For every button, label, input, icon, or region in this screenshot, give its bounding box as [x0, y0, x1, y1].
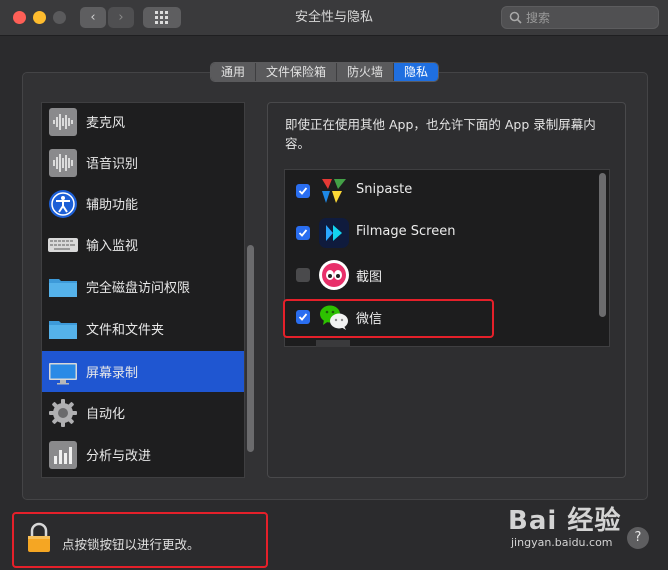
screenshot-app-icon	[319, 260, 349, 290]
keyboard-icon	[48, 237, 78, 252]
search-input[interactable]	[526, 9, 654, 26]
sidebar-item-label: 语音识别	[86, 157, 139, 172]
sidebar-item-screen-recording[interactable]: 屏幕录制	[42, 351, 244, 392]
sidebar-item-accessibility[interactable]: 辅助功能	[42, 183, 244, 224]
sidebar-item-label: 麦克风	[86, 116, 126, 131]
tab-general[interactable]: 通用	[211, 63, 257, 81]
search-field[interactable]	[501, 6, 659, 29]
forward-button[interactable]: ›	[108, 7, 134, 28]
sidebar-item-label: 分析与改进	[86, 449, 152, 464]
sidebar-item-label: 完全磁盘访问权限	[86, 281, 191, 296]
lock-instruction-text: 点按锁按钮以进行更改。	[62, 537, 200, 552]
sidebar-item-label: 输入监视	[86, 239, 139, 254]
privacy-category-list: 麦克风 语音识别 辅助功能 输入监视 完全磁盘访问权限 文件和文件夹 屏幕录制 …	[41, 102, 245, 478]
sidebar-item-label: 自动化	[86, 407, 126, 422]
sidebar-scrollbar[interactable]	[247, 245, 254, 452]
tab-firewall[interactable]: 防火墙	[337, 63, 395, 81]
list-item: Snipaste	[285, 170, 595, 212]
app-list-scrollbar[interactable]	[599, 173, 606, 317]
show-all-button[interactable]	[143, 7, 181, 28]
grid-icon	[155, 11, 168, 24]
tab-privacy[interactable]: 隐私	[394, 63, 439, 81]
title-bar: ‹ › 安全性与隐私	[0, 0, 668, 36]
chart-icon	[49, 440, 77, 469]
lock-icon[interactable]	[27, 522, 51, 554]
sidebar-item-label: 文件和文件夹	[86, 323, 165, 338]
lock-area-annotation: 点按锁按钮以进行更改。	[12, 512, 268, 568]
baidu-jingyan-watermark: Bai 经验 jingyan.baidu.com	[508, 500, 632, 556]
wechat-highlight-annotation	[283, 299, 494, 338]
microphone-icon	[49, 107, 77, 136]
zoom-window-button[interactable]	[53, 11, 66, 24]
display-icon	[49, 362, 77, 384]
partial-list-item	[316, 340, 350, 347]
filmage-checkbox[interactable]	[296, 226, 310, 240]
folder-icon	[49, 278, 77, 297]
app-name: Snipaste	[356, 182, 413, 197]
speech-recognition-icon	[49, 148, 77, 177]
gear-icon	[49, 398, 77, 427]
minimize-window-button[interactable]	[33, 11, 46, 24]
sidebar-item-automation[interactable]: 自动化	[42, 392, 244, 433]
sidebar-item-label: 屏幕录制	[86, 366, 139, 381]
sidebar-item-speech-recognition[interactable]: 语音识别	[42, 142, 244, 183]
sidebar-item-microphone[interactable]: 麦克风	[42, 103, 244, 142]
snipaste-checkbox[interactable]	[296, 184, 310, 198]
list-item: 截图	[285, 254, 595, 296]
accessibility-icon	[49, 189, 77, 218]
tab-bar: 通用 文件保险箱 防火墙 隐私	[210, 62, 440, 82]
sidebar-item-full-disk-access[interactable]: 完全磁盘访问权限	[42, 266, 244, 307]
folder-icon	[49, 320, 77, 339]
checkmark-icon	[298, 187, 308, 195]
back-button[interactable]: ‹	[80, 7, 106, 28]
app-name: Filmage Screen	[356, 224, 456, 239]
snipaste-icon	[322, 179, 346, 203]
help-button[interactable]: ?	[627, 527, 649, 549]
search-icon	[509, 11, 522, 24]
app-name: 截图	[356, 270, 383, 285]
screen-recording-description: 即使正在使用其他 App，也允许下面的 App 录制屏幕内容。	[285, 117, 596, 151]
screenshot-app-checkbox[interactable]	[296, 268, 310, 282]
watermark-url: jingyan.baidu.com	[511, 536, 613, 549]
sidebar-item-files-and-folders[interactable]: 文件和文件夹	[42, 308, 244, 349]
tab-filevault[interactable]: 文件保险箱	[256, 63, 338, 81]
list-item: Filmage Screen	[285, 212, 595, 254]
filmage-icon	[319, 218, 349, 248]
close-window-button[interactable]	[13, 11, 26, 24]
checkmark-icon	[298, 229, 308, 237]
sidebar-item-analytics[interactable]: 分析与改进	[42, 434, 244, 475]
sidebar-item-label: 辅助功能	[86, 198, 139, 213]
sidebar-item-input-monitoring[interactable]: 输入监视	[42, 224, 244, 265]
watermark-logo: Bai 经验	[508, 506, 622, 536]
